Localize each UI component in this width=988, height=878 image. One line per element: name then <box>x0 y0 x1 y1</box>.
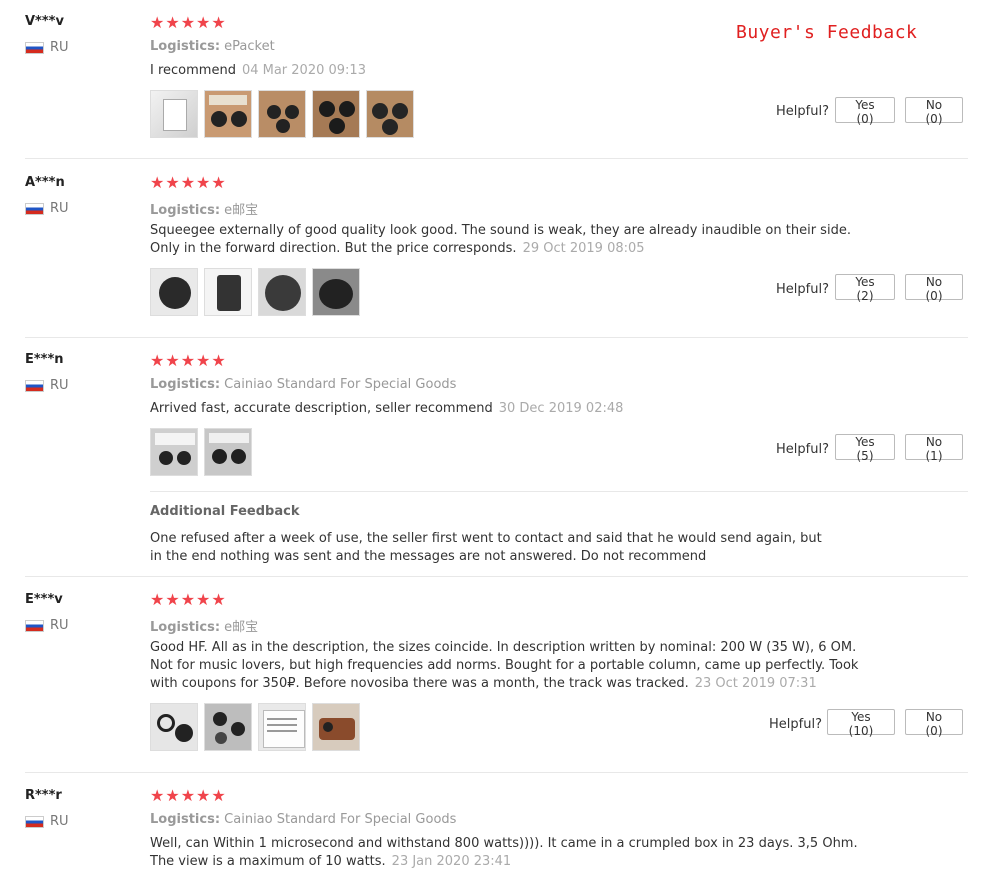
star-rating: ★★★★★ <box>150 590 227 609</box>
review-photo[interactable] <box>258 268 306 316</box>
logistics-value: e邮宝 <box>224 203 259 218</box>
additional-feedback-title: Additional Feedback <box>150 504 300 519</box>
logistics-info: Logistics: e邮宝 <box>150 616 258 635</box>
star-rating: ★★★★★ <box>150 786 227 805</box>
review-date: 23 Jan 2020 23:41 <box>391 854 512 869</box>
review-photo[interactable] <box>150 268 198 316</box>
logistics-value: ePacket <box>224 39 275 54</box>
review-photo[interactable] <box>150 428 198 476</box>
review-date: 04 Mar 2020 09:13 <box>241 63 366 78</box>
flag-icon <box>25 815 44 828</box>
logistics-value: e邮宝 <box>224 620 259 635</box>
logistics-info: Logistics: Cainiao Standard For Special … <box>150 377 456 392</box>
country-code: RU <box>50 814 69 829</box>
review-text: I recommend <box>150 63 236 78</box>
review-photo[interactable] <box>150 703 198 751</box>
review-photo[interactable] <box>366 90 414 138</box>
country-code: RU <box>50 378 69 393</box>
helpful-no-button[interactable]: No (0) <box>905 97 963 126</box>
review-photo[interactable] <box>312 703 360 751</box>
divider <box>25 158 968 159</box>
reviewer-country: RU <box>25 201 69 216</box>
helpful-no-button[interactable]: No (0) <box>905 274 963 303</box>
buyers-feedback-title: Buyer's Feedback <box>736 22 918 43</box>
logistics-label: Logistics: <box>150 620 221 635</box>
logistics-value: Cainiao Standard For Special Goods <box>224 812 457 827</box>
logistics-info: Logistics: e邮宝 <box>150 199 258 218</box>
review-date: 29 Oct 2019 08:05 <box>522 241 645 256</box>
review-text-block: Arrived fast, accurate description, sell… <box>150 400 875 418</box>
star-rating: ★★★★★ <box>150 13 227 32</box>
reviewer-name: V***v <box>25 14 64 29</box>
flag-icon <box>25 41 44 54</box>
logistics-label: Logistics: <box>150 39 221 54</box>
star-rating: ★★★★★ <box>150 173 227 192</box>
photo-thumbnails <box>150 90 414 138</box>
helpful-yes-button[interactable]: Yes (0) <box>835 97 895 126</box>
country-code: RU <box>50 201 69 216</box>
reviewer-country: RU <box>25 40 69 55</box>
country-code: RU <box>50 618 69 633</box>
logistics-label: Logistics: <box>150 203 221 218</box>
review-photo[interactable] <box>312 268 360 316</box>
additional-divider <box>150 491 968 492</box>
review-photo[interactable] <box>204 428 252 476</box>
helpful-yes-button[interactable]: Yes (2) <box>835 274 895 303</box>
review-date: 30 Dec 2019 02:48 <box>498 401 624 416</box>
logistics-info: Logistics: ePacket <box>150 39 275 54</box>
logistics-label: Logistics: <box>150 812 221 827</box>
divider <box>25 576 968 577</box>
review-photo[interactable] <box>204 90 252 138</box>
review-photo[interactable] <box>204 703 252 751</box>
reviewer-country: RU <box>25 814 69 829</box>
additional-feedback-text: One refused after a week of use, the sel… <box>150 531 822 564</box>
review-text-block: Good HF. All as in the description, the … <box>150 639 875 693</box>
review-photo[interactable] <box>258 703 306 751</box>
review-date: 23 Oct 2019 07:31 <box>694 676 817 691</box>
reviewer-name: E***n <box>25 352 64 367</box>
review-text: Arrived fast, accurate description, sell… <box>150 401 493 416</box>
logistics-info: Logistics: Cainiao Standard For Special … <box>150 812 456 827</box>
helpful-no-button[interactable]: No (0) <box>905 709 963 738</box>
flag-icon <box>25 202 44 215</box>
logistics-value: Cainiao Standard For Special Goods <box>224 377 457 392</box>
country-code: RU <box>50 40 69 55</box>
helpful-label: Helpful? <box>776 442 829 457</box>
divider <box>25 337 968 338</box>
reviewer-country: RU <box>25 618 69 633</box>
reviewer-name: R***r <box>25 788 62 803</box>
helpful-yes-button[interactable]: Yes (10) <box>827 709 895 738</box>
review-text-block: Well, can Within 1 microsecond and withs… <box>150 835 875 871</box>
review-photo[interactable] <box>312 90 360 138</box>
flag-icon <box>25 619 44 632</box>
review-photo[interactable] <box>150 90 198 138</box>
reviewer-country: RU <box>25 378 69 393</box>
review-photo[interactable] <box>258 90 306 138</box>
review-photo[interactable] <box>204 268 252 316</box>
logistics-label: Logistics: <box>150 377 221 392</box>
helpful-yes-button[interactable]: Yes (5) <box>835 434 895 463</box>
photo-thumbnails <box>150 268 360 316</box>
flag-icon <box>25 379 44 392</box>
helpful-label: Helpful? <box>776 104 829 119</box>
review-text-block: Squeegee externally of good quality look… <box>150 222 875 258</box>
helpful-no-button[interactable]: No (1) <box>905 434 963 463</box>
reviewer-name: E***v <box>25 592 63 607</box>
photo-thumbnails <box>150 428 252 476</box>
reviewer-name: A***n <box>25 175 65 190</box>
divider <box>25 772 968 773</box>
photo-thumbnails <box>150 703 360 751</box>
helpful-label: Helpful? <box>776 282 829 297</box>
review-text: Squeegee externally of good quality look… <box>150 223 851 256</box>
review-text-block: I recommend 04 Mar 2020 09:13 <box>150 62 875 80</box>
helpful-label: Helpful? <box>769 717 822 732</box>
star-rating: ★★★★★ <box>150 351 227 370</box>
